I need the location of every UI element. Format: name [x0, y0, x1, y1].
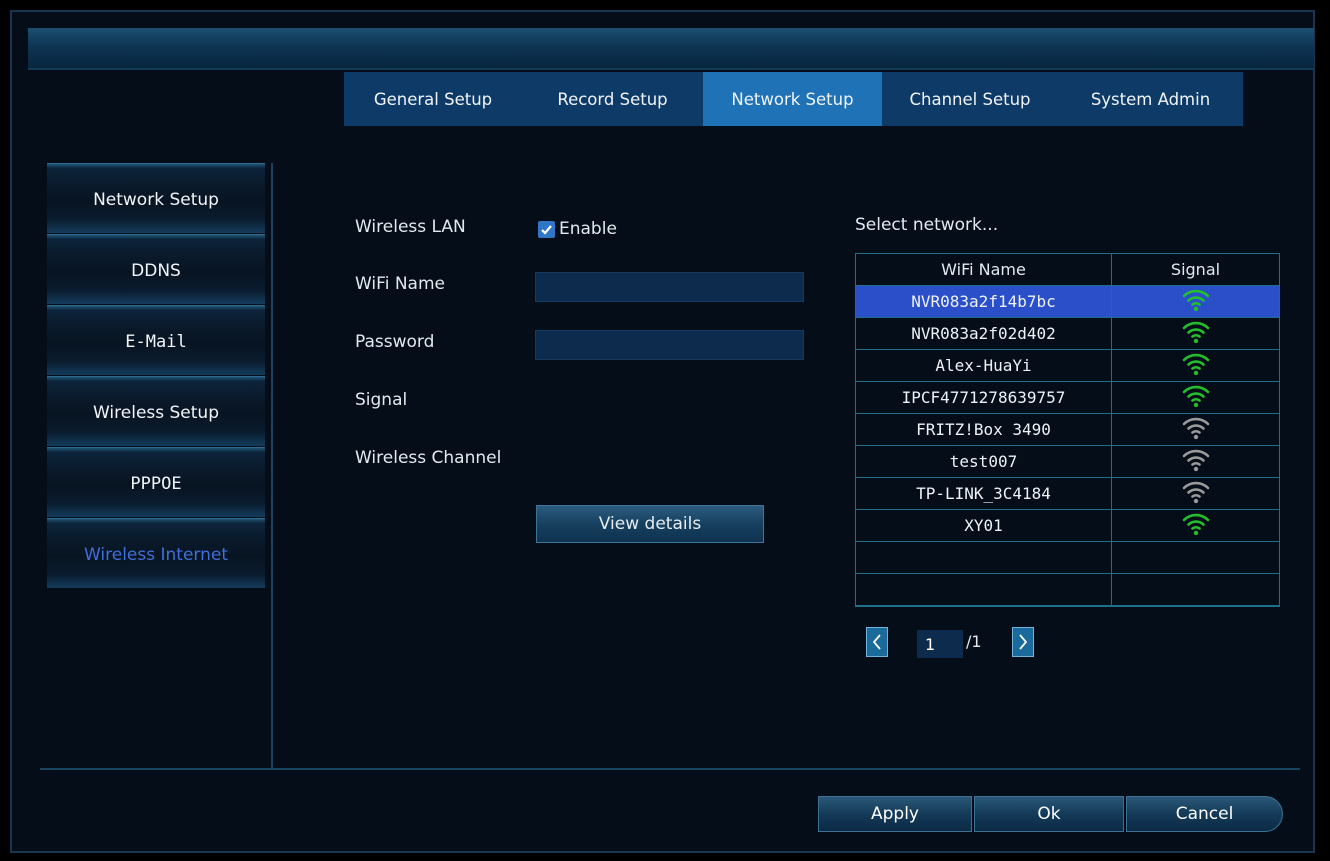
sidebar-item-email[interactable]: E-Mail — [47, 305, 265, 375]
select-network-label: Select network... — [855, 215, 999, 235]
signal-cell — [1112, 382, 1279, 413]
wifi-icon — [1181, 447, 1211, 477]
signal-label: Signal — [355, 390, 408, 410]
table-row[interactable]: IPCF4771278639757 — [856, 382, 1279, 414]
table-row[interactable]: FRITZ!Box 3490 — [856, 414, 1279, 446]
table-row[interactable]: TP-LINK_3C4184 — [856, 478, 1279, 510]
table-row-empty[interactable] — [856, 574, 1279, 606]
wifi-name-cell: NVR083a2f14b7bc — [856, 286, 1112, 317]
signal-cell — [1112, 542, 1279, 573]
sidebar-item-wireless-internet[interactable]: Wireless Internet — [47, 518, 265, 588]
table-row[interactable]: test007 — [856, 446, 1279, 478]
wifi-name-cell — [856, 542, 1112, 573]
wifi-icon — [1181, 511, 1211, 541]
table-row[interactable]: NVR083a2f02d402 — [856, 318, 1279, 350]
table-row[interactable]: XY01 — [856, 510, 1279, 542]
enable-label: Enable — [559, 219, 617, 239]
signal-cell — [1112, 318, 1279, 349]
wifi-icon — [1181, 479, 1211, 509]
signal-cell — [1112, 414, 1279, 445]
table-row[interactable]: NVR083a2f14b7bc — [856, 286, 1279, 318]
signal-cell — [1112, 510, 1279, 541]
next-page-button[interactable] — [1012, 627, 1034, 657]
signal-cell — [1112, 286, 1279, 317]
sidebar-item-wireless-setup[interactable]: Wireless Setup — [47, 376, 265, 446]
wifi-icon — [1181, 383, 1211, 413]
sidebar-item-ddns[interactable]: DDNS — [47, 234, 265, 304]
wifi-table: WiFi Name Signal NVR083a2f14b7bc NVR083a2f0… — [855, 253, 1280, 607]
password-label: Password — [355, 332, 435, 352]
wireless-channel-label: Wireless Channel — [355, 448, 502, 468]
cancel-button[interactable]: Cancel — [1126, 796, 1283, 832]
wifi-name-input[interactable] — [535, 272, 804, 302]
wifi-icon — [1181, 319, 1211, 349]
signal-cell — [1112, 478, 1279, 509]
sidebar-item-network-setup[interactable]: Network Setup — [47, 163, 265, 233]
signal-cell — [1112, 446, 1279, 477]
table-row[interactable]: Alex-HuaYi — [856, 350, 1279, 382]
table-row-empty[interactable] — [856, 542, 1279, 574]
tab-network-setup[interactable]: Network Setup — [703, 72, 882, 126]
column-header-signal: Signal — [1170, 260, 1221, 279]
wifi-name-label: WiFi Name — [355, 274, 445, 294]
title-bar — [28, 28, 1314, 70]
wifi-icon — [1181, 287, 1211, 317]
enable-checkbox[interactable] — [538, 221, 555, 238]
wifi-name-cell: NVR083a2f02d402 — [856, 318, 1112, 349]
wifi-name-cell: XY01 — [856, 510, 1112, 541]
wireless-lan-label: Wireless LAN — [355, 217, 466, 237]
checkmark-icon — [541, 225, 552, 235]
sidebar-item-pppoe[interactable]: PPPOE — [47, 447, 265, 517]
table-header: WiFi Name Signal — [856, 254, 1279, 286]
password-input[interactable] — [535, 330, 804, 360]
page-total: /1 — [966, 632, 982, 651]
sidebar-divider — [271, 163, 273, 769]
footer-divider — [40, 768, 1300, 770]
tab-system-admin[interactable]: System Admin — [1058, 72, 1243, 126]
wifi-name-cell: FRITZ!Box 3490 — [856, 414, 1112, 445]
wifi-name-cell: TP-LINK_3C4184 — [856, 478, 1112, 509]
top-nav: General Setup Record Setup Network Setup… — [344, 72, 1243, 126]
signal-cell — [1112, 350, 1279, 381]
signal-cell — [1112, 574, 1279, 605]
chevron-right-icon — [1019, 634, 1028, 650]
wifi-icon — [1181, 415, 1211, 445]
wifi-name-cell: test007 — [856, 446, 1112, 477]
wifi-icon — [1181, 351, 1211, 381]
page-number-input[interactable]: 1 — [917, 630, 963, 658]
view-details-button[interactable]: View details — [536, 505, 764, 543]
column-header-wifi-name: WiFi Name — [856, 254, 1112, 285]
apply-button[interactable]: Apply — [818, 796, 972, 832]
chevron-left-icon — [872, 634, 881, 650]
ok-button[interactable]: Ok — [974, 796, 1124, 832]
wifi-name-cell — [856, 574, 1112, 605]
tab-channel-setup[interactable]: Channel Setup — [882, 72, 1058, 126]
tab-record-setup[interactable]: Record Setup — [522, 72, 703, 126]
wifi-name-cell: IPCF4771278639757 — [856, 382, 1112, 413]
wifi-name-cell: Alex-HuaYi — [856, 350, 1112, 381]
prev-page-button[interactable] — [866, 627, 888, 657]
sidebar: Network Setup DDNS E-Mail Wireless Setup… — [47, 163, 265, 589]
tab-general-setup[interactable]: General Setup — [344, 72, 522, 126]
